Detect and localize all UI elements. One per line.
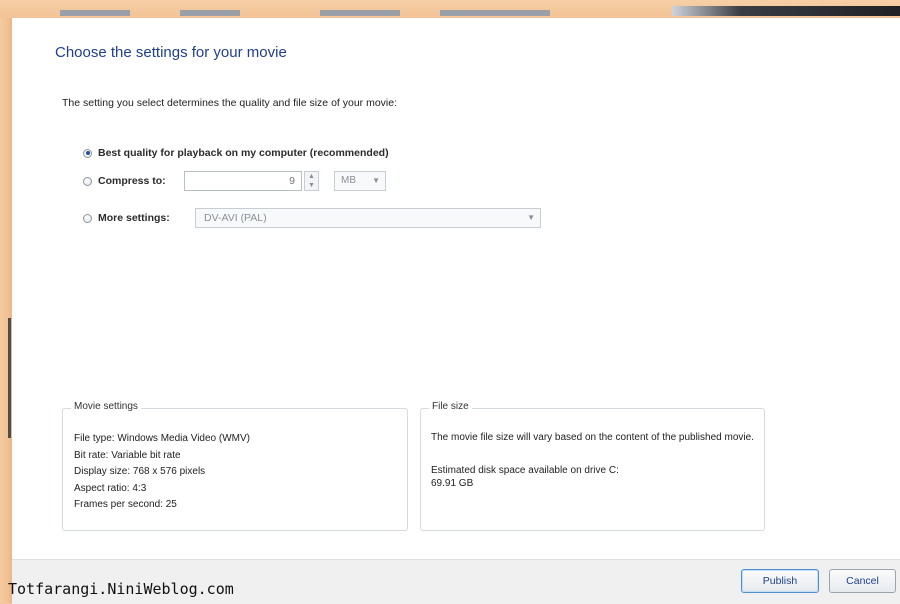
watermark-text: Totfarangi.NiniWeblog.com xyxy=(8,580,234,598)
compress-unit-select[interactable]: MB ▼ xyxy=(334,171,386,191)
chevron-down-icon: ▼ xyxy=(372,176,380,185)
publish-movie-dialog: Choose the settings for your movie The s… xyxy=(12,18,900,604)
taskbar-fragment xyxy=(180,10,240,16)
more-settings-radio[interactable] xyxy=(83,213,92,223)
spinner-down-icon[interactable]: ▼ xyxy=(305,181,318,190)
compress-unit-value: MB xyxy=(341,175,356,186)
movie-settings-list: File type: Windows Media Video (WMV) Bit… xyxy=(74,431,250,514)
window-chrome-dark xyxy=(672,6,900,16)
option-more-settings[interactable]: More settings: xyxy=(83,208,170,228)
disk-space-label: Estimated disk space available on drive … xyxy=(431,465,619,476)
file-size-group: File size The movie file size will vary … xyxy=(420,401,765,531)
spinner-up-icon[interactable]: ▲ xyxy=(305,172,318,181)
more-settings-select[interactable]: DV-AVI (PAL) ▼ xyxy=(195,208,541,228)
taskbar-fragment xyxy=(440,10,550,16)
taskbar-fragment xyxy=(320,10,400,16)
taskbar-fragment xyxy=(60,10,130,16)
dialog-description: The setting you select determines the qu… xyxy=(62,97,398,109)
file-type-text: File type: Windows Media Video (WMV) xyxy=(74,433,250,444)
more-settings-value: DV-AVI (PAL) xyxy=(204,212,267,224)
movie-settings-title: Movie settings xyxy=(71,401,141,412)
display-size-text: Display size: 768 x 576 pixels xyxy=(74,466,206,477)
window-top-strip xyxy=(0,0,900,18)
cancel-button[interactable]: Cancel xyxy=(829,569,896,593)
aspect-ratio-text: Aspect ratio: 4:3 xyxy=(74,482,147,494)
compress-radio[interactable] xyxy=(83,176,92,186)
more-settings-label: More settings: xyxy=(98,212,170,224)
file-size-title: File size xyxy=(429,401,472,412)
option-best-quality[interactable]: Best quality for playback on my computer… xyxy=(83,143,389,163)
compress-label: Compress to: xyxy=(98,175,166,187)
compress-size-stepper[interactable]: ▲ ▼ xyxy=(304,171,319,191)
best-quality-label: Best quality for playback on my computer… xyxy=(98,147,389,159)
chevron-down-icon: ▼ xyxy=(527,213,535,222)
fps-text: Frames per second: 25 xyxy=(74,499,177,510)
file-size-note: The movie file size will vary based on t… xyxy=(431,432,754,443)
movie-settings-group: Movie settings File type: Windows Media … xyxy=(62,401,408,531)
window-left-frame xyxy=(0,18,12,603)
file-size-info: The movie file size will vary based on t… xyxy=(431,431,761,490)
best-quality-radio[interactable] xyxy=(83,148,92,158)
dialog-title: Choose the settings for your movie xyxy=(55,44,287,61)
publish-button[interactable]: Publish xyxy=(741,569,819,593)
disk-space-value: 69.91 GB xyxy=(431,478,474,489)
option-compress[interactable]: Compress to: xyxy=(83,171,166,191)
bit-rate-text: Bit rate: Variable bit rate xyxy=(74,449,181,461)
compress-size-input[interactable]: 9 xyxy=(184,171,302,191)
